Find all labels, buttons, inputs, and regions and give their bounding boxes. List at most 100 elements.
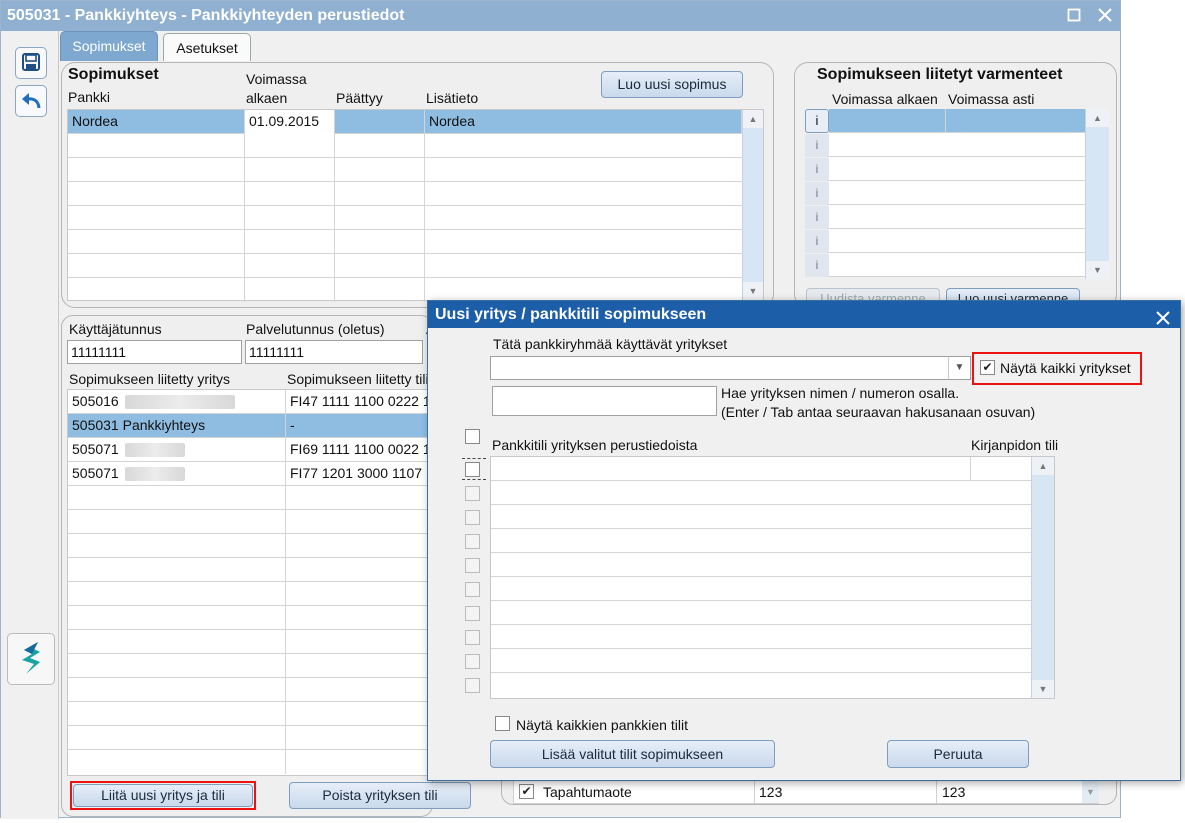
table-row[interactable] [68,558,428,582]
table-row[interactable] [829,109,1085,133]
show-all-companies-label: Näytä kaikki yritykset [1000,360,1131,376]
table-row[interactable] [829,133,1085,157]
table-row[interactable] [68,134,742,158]
table-row[interactable] [68,278,742,302]
info-button[interactable]: i [805,230,829,253]
table-row[interactable]: 505071 FI69 1111 1100 0022 1 [68,438,428,462]
maximize-icon[interactable] [1064,6,1084,26]
row-checkbox[interactable] [465,582,480,597]
table-row[interactable] [68,254,742,278]
app-logo-button[interactable] [7,633,55,685]
table-row[interactable] [829,181,1085,205]
tab-sopimukset[interactable]: Sopimukset [60,31,158,61]
undo-button[interactable] [15,85,47,117]
table-row[interactable] [68,726,428,750]
table-row[interactable] [68,158,742,182]
scroll-down-icon[interactable]: ▼ [1032,680,1054,698]
show-all-banks-checkbox[interactable] [495,716,510,731]
info-button[interactable]: i [805,254,829,277]
row-checkbox[interactable] [465,534,480,549]
table-row[interactable] [68,654,428,678]
window-title: 505031 - Pankkiyhteys - Pankkiyhteyden p… [7,7,405,24]
company-select[interactable]: ▼ [490,356,971,380]
table-row[interactable] [68,606,428,630]
add-selected-accounts-button[interactable]: Lisää valitut tilit sopimukseen [490,740,775,768]
scroll-down-icon[interactable]: ▼ [1086,261,1109,279]
table-row[interactable] [68,582,428,606]
certificates-table: i i i i i i i ▲ ▼ [805,109,1109,279]
table-row[interactable]: 505016 FI47 1111 1100 0222 1 [68,390,428,414]
show-all-companies-checkbox[interactable]: ✔ [980,360,995,375]
table-row[interactable] [829,229,1085,253]
table-row[interactable] [491,553,1031,577]
table-row[interactable] [829,205,1085,229]
certificates-scrollbar[interactable]: ▲ ▼ [1085,109,1109,279]
table-row[interactable] [68,486,428,510]
info-button[interactable]: i [805,158,829,181]
row-checkbox[interactable] [465,486,480,501]
info-button[interactable]: i [805,182,829,205]
redacted-name [124,395,235,410]
chevron-down-icon[interactable]: ▼ [1082,781,1099,803]
table-row[interactable] [491,601,1031,625]
select-all-checkbox[interactable] [465,429,480,444]
table-row[interactable]: 505071 FI77 1201 3000 1107 [68,462,428,486]
scroll-up-icon[interactable]: ▲ [743,110,763,128]
search-input[interactable] [492,386,717,416]
scroll-up-icon[interactable]: ▲ [1032,457,1054,475]
cancel-button[interactable]: Peruuta [887,740,1029,768]
attach-company-button[interactable]: Liitä uusi yritys ja tili [73,784,253,807]
row-checkbox[interactable] [465,558,480,573]
row-checkbox[interactable] [465,630,480,645]
table-row[interactable] [68,678,428,702]
table-row[interactable]: Nordea 01.09.2015 Nordea [68,110,742,134]
new-contract-button[interactable]: Luo uusi sopimus [601,71,743,98]
table-row[interactable] [491,505,1031,529]
table-row[interactable] [68,510,428,534]
row-checkbox[interactable] [465,510,480,525]
chevron-down-icon[interactable]: ▼ [948,357,970,379]
remove-account-button[interactable]: Poista yrityksen tili [289,782,471,809]
service-id-field[interactable]: 11111111 [245,340,423,364]
close-icon[interactable] [1156,307,1172,325]
service-id-label: Palvelutunnus (oletus) [246,321,385,337]
info-button[interactable]: i [805,206,829,229]
row-checkbox[interactable] [465,654,480,669]
table-row[interactable] [491,649,1031,673]
table-row[interactable] [491,529,1031,553]
scroll-down-icon[interactable]: ▼ [743,282,763,300]
table-row[interactable] [491,481,1031,505]
table-row[interactable] [68,230,742,254]
cell-valid-from: 01.09.2015 [245,110,335,134]
cell-account: - [286,414,428,438]
table-row[interactable] [68,182,742,206]
row-checkbox[interactable] [465,606,480,621]
add-company-dialog: Uusi yritys / pankkitili sopimukseen Tät… [427,300,1181,781]
table-row[interactable]: ✔ Tapahtumaote 123 123 ▼ [513,780,1099,804]
save-button[interactable] [15,47,47,79]
accounts-scrollbar[interactable]: ▲ ▼ [1031,457,1054,698]
contracts-scrollbar[interactable]: ▲ ▼ [742,110,763,300]
row-checkbox[interactable] [465,462,480,477]
table-row[interactable] [829,253,1085,277]
table-row[interactable] [68,702,428,726]
table-row[interactable] [68,630,428,654]
close-icon[interactable] [1095,6,1115,26]
table-row[interactable] [68,206,742,230]
tab-asetukset[interactable]: Asetukset [163,33,251,61]
info-button[interactable]: i [805,134,829,157]
table-row[interactable] [491,673,1031,697]
redacted-name [124,443,185,458]
table-row[interactable] [491,457,1031,481]
row-checkbox[interactable] [465,678,480,693]
info-button[interactable]: i [805,109,829,133]
table-row[interactable]: 505031 Pankkiyhteys - [68,414,428,438]
user-id-field[interactable]: 11111111 [67,340,242,364]
scroll-up-icon[interactable]: ▲ [1086,109,1109,127]
event-checkbox[interactable]: ✔ [519,784,534,799]
table-row[interactable] [829,157,1085,181]
table-row[interactable] [68,750,428,774]
table-row[interactable] [491,625,1031,649]
table-row[interactable] [68,534,428,558]
table-row[interactable] [491,577,1031,601]
